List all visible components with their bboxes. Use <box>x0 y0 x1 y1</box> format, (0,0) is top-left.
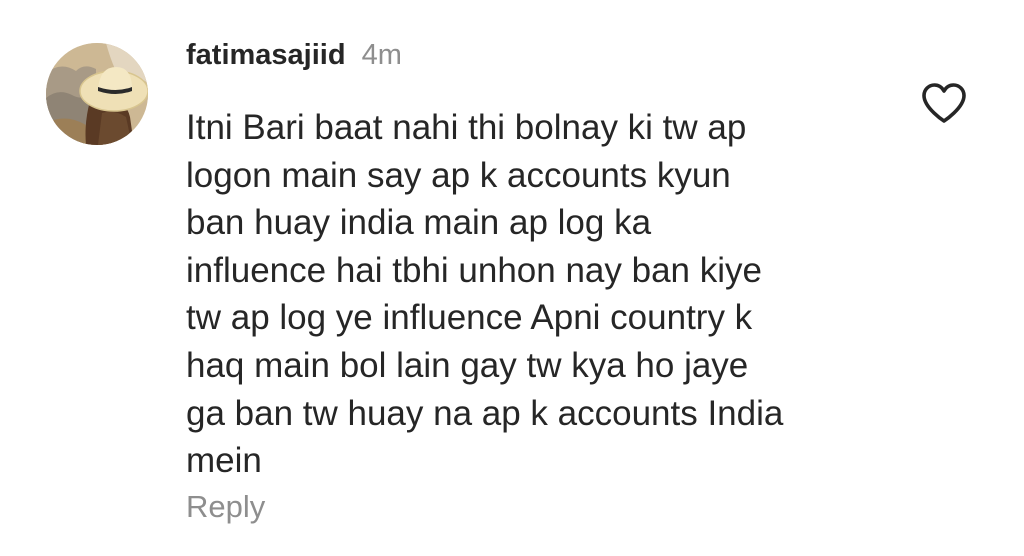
username-link[interactable]: fatimasajiid <box>186 39 346 72</box>
reply-button[interactable]: Reply <box>186 489 265 525</box>
avatar[interactable] <box>46 43 148 145</box>
comment-text-line: ga ban tw huay na ap k accounts India <box>186 393 784 433</box>
comment-text-line: logon main say ap k accounts kyun <box>186 155 731 195</box>
comment-header: fatimasajiid 4m <box>186 39 402 77</box>
like-button[interactable] <box>919 80 969 126</box>
comment-text: Itni Bari baat nahi thi bolnay ki tw ap … <box>186 104 886 485</box>
comment-text-line: ban huay india main ap log ka <box>186 203 652 243</box>
comment-text-line: influence hai tbhi unhon nay ban kiye <box>186 250 762 290</box>
heart-outline-icon <box>922 83 966 123</box>
comment-text-line: tw ap log ye influence Apni country k <box>186 298 753 338</box>
comment-text-line: mein <box>186 441 262 481</box>
comment-text-line: Itni Bari baat nahi thi bolnay ki tw ap <box>186 108 747 147</box>
comment-text-line: haq main bol lain gay tw kya ho jaye <box>186 345 749 385</box>
timestamp: 4m <box>361 39 402 71</box>
comment-item: fatimasajiid 4m Itni Bari baat nahi thi … <box>0 0 1024 556</box>
avatar-photo <box>46 43 148 145</box>
